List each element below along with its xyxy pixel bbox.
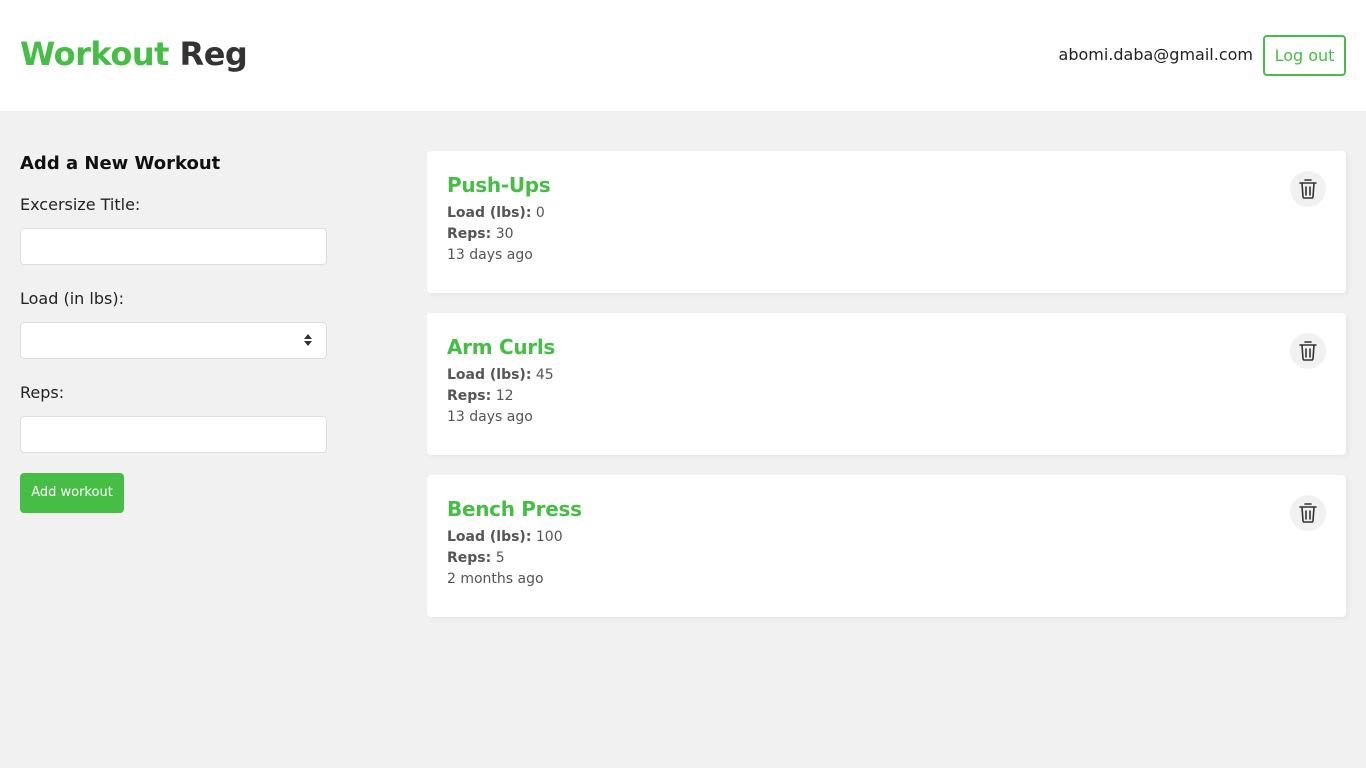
workout-card: Push-Ups Load (lbs): 0 Reps: 30 13 days … [427, 151, 1346, 293]
form-heading: Add a New Workout [20, 153, 221, 174]
reps-label: Reps: [447, 388, 492, 404]
delete-button[interactable] [1290, 333, 1326, 369]
trash-icon [1299, 179, 1317, 199]
delete-button[interactable] [1290, 171, 1326, 207]
workout-time: 13 days ago [447, 247, 533, 263]
load-label: Load (lbs): [447, 529, 532, 545]
logo-accent-text: Workout [20, 35, 169, 73]
workout-time: 2 months ago [447, 571, 544, 587]
load-input[interactable] [20, 322, 327, 359]
reps-value: 5 [495, 550, 505, 566]
reps-label: Reps: [20, 383, 65, 402]
workout-reps: Reps: 30 [447, 224, 1326, 245]
delete-button[interactable] [1290, 495, 1326, 531]
spinner-down-icon[interactable] [304, 341, 312, 346]
load-value: 100 [535, 529, 563, 545]
reps-input[interactable] [20, 416, 327, 453]
trash-icon [1299, 503, 1317, 523]
load-label: Load (in lbs): [20, 289, 124, 308]
user-email: abomi.daba@gmail.com [1058, 45, 1253, 64]
add-workout-form: Add a New Workout Excersize Title: Load … [20, 151, 327, 513]
workout-time: 13 days ago [447, 409, 533, 425]
load-value: 45 [535, 367, 554, 383]
workout-load: Load (lbs): 0 [447, 203, 1326, 224]
workout-card: Bench Press Load (lbs): 100 Reps: 5 2 mo… [427, 475, 1346, 617]
reps-label: Reps: [447, 550, 492, 566]
load-label: Load (lbs): [447, 205, 532, 221]
workout-title: Arm Curls [447, 335, 555, 359]
workout-list: Push-Ups Load (lbs): 0 Reps: 30 13 days … [427, 151, 1346, 637]
app-logo[interactable]: Workout Reg [20, 34, 248, 74]
workout-load: Load (lbs): 100 [447, 527, 1326, 548]
reps-value: 30 [495, 226, 514, 242]
reps-value: 12 [495, 388, 514, 404]
workout-title: Bench Press [447, 497, 582, 521]
workout-reps: Reps: 12 [447, 386, 1326, 407]
title-label: Excersize Title: [20, 195, 141, 214]
reps-label: Reps: [447, 226, 492, 242]
logo-rest-text: Reg [179, 35, 248, 73]
workout-card: Arm Curls Load (lbs): 45 Reps: 12 13 day… [427, 313, 1346, 455]
workout-load: Load (lbs): 45 [447, 365, 1326, 386]
app-header: Workout Reg abomi.daba@gmail.com Log out [0, 0, 1366, 111]
spinner-up-icon[interactable] [304, 334, 312, 339]
load-value: 0 [535, 205, 545, 221]
workout-reps: Reps: 5 [447, 548, 1326, 569]
add-workout-button[interactable]: Add workout [20, 473, 124, 513]
title-input[interactable] [20, 228, 327, 265]
workout-title: Push-Ups [447, 173, 551, 197]
trash-icon [1299, 341, 1317, 361]
spinner-icon[interactable] [304, 334, 312, 348]
load-label: Load (lbs): [447, 367, 532, 383]
logout-button[interactable]: Log out [1263, 35, 1346, 76]
